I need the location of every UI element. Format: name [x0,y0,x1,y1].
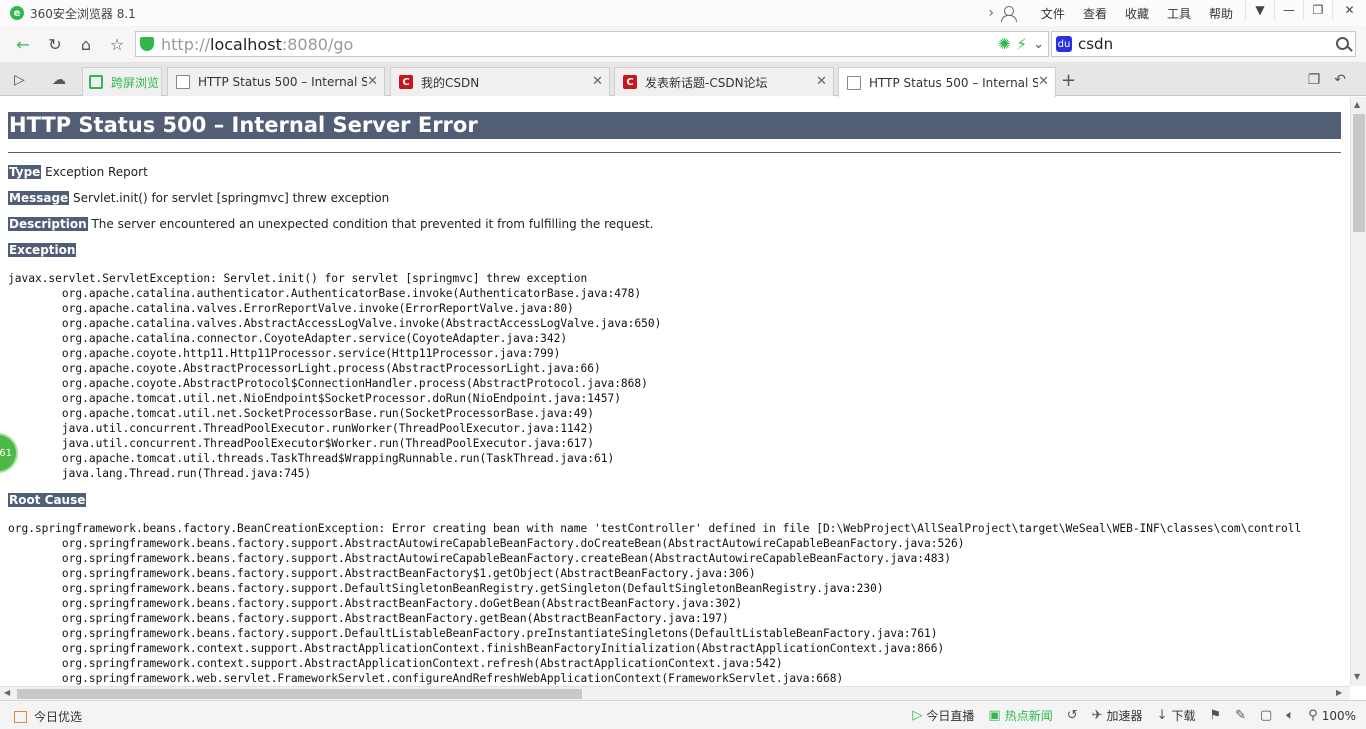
exception-row: Exception [8,243,77,257]
scroll-right-icon[interactable]: ▶ [1336,688,1342,697]
menu-view[interactable]: 查看 [1083,5,1107,22]
exception-key: Exception [8,243,77,257]
menu-file[interactable]: 文件 [1041,5,1065,22]
scroll-up-icon[interactable]: ▲ [1354,100,1360,109]
chevron-down-icon[interactable]: ⌄ [1033,37,1044,52]
rocket-icon: ✈ [1091,708,1103,723]
navigation-bar: ← ↻ ⌂ ☆ http://localhost:8080/go ✺ ⚡ ⌄ d… [0,26,1366,62]
baidu-paw-icon[interactable]: du [1056,36,1072,52]
message-key: Message [8,191,70,205]
minimize-button[interactable]: — [1274,0,1303,20]
home-icon[interactable]: ⌂ [75,33,97,55]
divider [8,152,1341,153]
tab-cross-screen[interactable]: 跨屏浏览 [82,67,162,96]
root-cause-row: Root Cause [8,493,87,507]
page-title: HTTP Status 500 – Internal Server Error [8,112,1341,139]
tab-my-csdn[interactable]: C 我的CSDN ✕ [390,67,610,96]
description-key: Description [8,217,88,231]
browser-logo-icon: e [10,6,24,20]
edit-icon[interactable]: ✎ [1235,708,1246,723]
maximize-button[interactable]: ❐ [1303,0,1332,20]
accelerator[interactable]: ✈ 加速器 [1092,707,1143,724]
star-icon[interactable]: ☆ [106,33,128,55]
close-tab-icon[interactable]: ✕ [816,74,827,89]
close-button[interactable]: ✕ [1332,0,1366,20]
root-cause-key: Root Cause [8,493,87,507]
url-text[interactable]: http://localhost:8080/go [161,35,353,54]
menu-tools[interactable]: 工具 [1167,5,1191,22]
description-row: Description The server encountered an un… [8,217,654,231]
tab-csdn-forum[interactable]: C 发表新话题-CSDN论坛 ✕ [614,67,834,96]
scroll-left-icon[interactable]: ◀ [4,688,10,697]
type-row: Type Exception Report [8,165,148,179]
tab-bar: ▷ ☁ 跨屏浏览 HTTP Status 500 – Internal Se ✕… [0,62,1366,97]
new-tab-icon[interactable]: + [1061,70,1076,91]
horizontal-scrollbar[interactable]: ◀ ▶ [0,686,1350,700]
close-tab-icon[interactable]: ✕ [1038,74,1049,89]
reload-icon[interactable]: ↻ [44,33,66,55]
csdn-icon: C [623,75,637,89]
window-controls: ▼ — ❐ ✕ [1245,0,1366,22]
restore-icon[interactable]: ↺ [1067,708,1078,723]
page-icon [847,75,861,90]
back-icon[interactable]: ← [12,33,34,55]
tab-http-status-1[interactable]: HTTP Status 500 – Internal Se ✕ [167,67,385,96]
address-bar[interactable]: http://localhost:8080/go ✺ ⚡ ⌄ [135,31,1049,57]
speed-refresh-icon[interactable]: ✺ [998,35,1011,53]
scroll-thumb[interactable] [1353,114,1365,232]
vertical-scrollbar[interactable]: ▲ ▼ [1350,97,1366,686]
shield-icon [140,37,154,51]
lightning-icon[interactable]: ⚡ [1017,35,1028,53]
page-content: HTTP Status 500 – Internal Server Error … [0,97,1350,686]
menu-favorites[interactable]: 收藏 [1125,5,1149,22]
search-value[interactable]: csdn [1078,35,1113,53]
sidebar-toggle-icon[interactable]: ▷ [14,72,25,88]
news-icon: ▣ [988,708,1001,723]
description-value: The server encountered an unexpected con… [87,217,654,231]
chevron-right-icon[interactable]: › [988,5,994,21]
status-bar: 今日优选 ▷ 今日直播 ▣ 热点新闻 ↺ ✈ 加速器 ↓ 下载 ⚑ ✎ ▢ 🔈︎ ⚲ 10… [0,700,1366,729]
download[interactable]: ↓ 下载 [1157,707,1196,724]
window-icon[interactable]: ▢ [1260,708,1272,723]
close-tab-icon[interactable]: ✕ [367,74,378,89]
zoom-control[interactable]: ⚲ 100% [1308,708,1356,723]
menu-bar: › 文件 查看 收藏 工具 帮助 [988,3,1242,23]
type-value: Exception Report [41,165,148,179]
zoom-icon: ⚲ [1308,708,1318,723]
tab-list-icon[interactable]: ❐ [1308,72,1321,88]
scroll-down-icon[interactable]: ▼ [1354,672,1360,681]
search-icon[interactable] [1336,37,1349,50]
flag-icon[interactable]: ⚑ [1209,708,1221,723]
exception-stacktrace: javax.servlet.ServletException: Servlet.… [8,272,662,480]
undo-icon[interactable]: ↶ [1334,72,1346,88]
hot-news[interactable]: ▣ 热点新闻 [988,707,1052,724]
download-icon: ↓ [1156,708,1168,723]
close-tab-icon[interactable]: ✕ [592,74,603,89]
today-picks[interactable]: 今日优选 [14,708,82,725]
user-icon[interactable] [1000,5,1017,22]
gift-icon [14,710,27,723]
csdn-icon: C [399,75,413,89]
today-live[interactable]: ▷ 今日直播 [912,707,974,724]
title-bar: e 360安全浏览器 8.1 › 文件 查看 收藏 工具 帮助 ▼ — ❐ ✕ [0,0,1366,26]
page-icon [176,75,190,89]
skin-icon[interactable]: ▼ [1245,0,1274,20]
menu-help[interactable]: 帮助 [1209,5,1233,22]
h-scroll-thumb[interactable] [17,689,582,699]
cloud-icon[interactable]: ☁ [52,72,66,88]
message-value: Servlet.init() for servlet [springmvc] t… [69,191,390,205]
tab-http-status-active[interactable]: HTTP Status 500 – Internal Se ✕ [838,67,1056,97]
volume-icon[interactable]: 🔈︎ [1286,708,1294,723]
phone-icon [89,75,103,89]
play-icon: ▷ [912,708,923,723]
root-cause-stacktrace: org.springframework.beans.factory.BeanCr… [8,522,1302,685]
message-row: Message Servlet.init() for servlet [spri… [8,191,389,205]
type-key: Type [8,165,42,179]
search-input[interactable]: du csdn [1051,31,1356,57]
window-title: 360安全浏览器 8.1 [30,7,136,21]
